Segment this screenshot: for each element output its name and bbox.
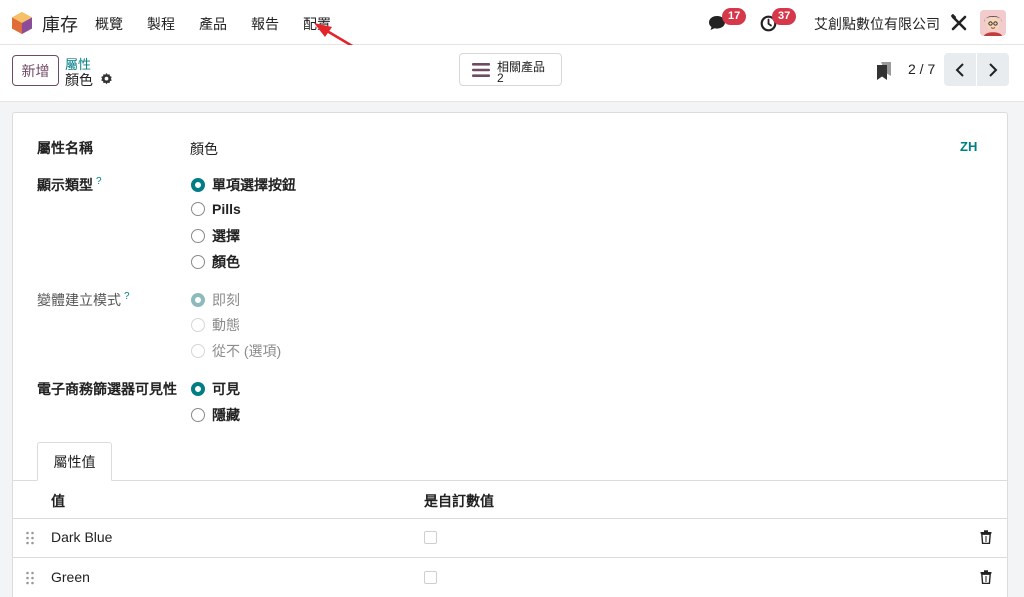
related-products-button[interactable]: 相關產品 2 bbox=[459, 53, 562, 86]
radio-label: 動態 bbox=[212, 317, 240, 333]
variant-mode-never: 從不 (選項) bbox=[191, 341, 281, 361]
language-toggle[interactable]: ZH bbox=[960, 139, 977, 154]
form-sheet: ZH 屬性名稱 顏色 顯示類型? 單項選擇按鈕 Pills 選擇 顏色 變體建立… bbox=[12, 112, 1008, 597]
help-tooltip-icon[interactable]: ? bbox=[124, 291, 130, 302]
control-panel: 新增 屬性 顏色 相關產品 2 2 / 7 bbox=[0, 45, 1024, 102]
company-switcher[interactable]: 艾創點數位有限公司 bbox=[814, 14, 940, 34]
radio-empty-icon bbox=[191, 229, 205, 243]
menu-item-products[interactable]: 產品 bbox=[199, 14, 227, 34]
menu-item-reporting[interactable]: 報告 bbox=[251, 14, 279, 34]
value-cell[interactable]: Dark Blue bbox=[51, 529, 112, 545]
list-icon bbox=[472, 63, 490, 77]
inventory-app-icon[interactable] bbox=[12, 12, 32, 34]
menu-item-configuration[interactable]: 配置 bbox=[303, 14, 331, 34]
variant-mode-label-text: 變體建立模式 bbox=[37, 292, 121, 308]
display-type-label-text: 顯示類型 bbox=[37, 177, 93, 193]
ecommerce-visibility-label: 電子商務篩選器可見性 bbox=[37, 381, 177, 397]
radio-empty-icon bbox=[191, 202, 205, 216]
radio-selected-icon bbox=[191, 293, 205, 307]
radio-empty-icon bbox=[191, 255, 205, 269]
column-header-value[interactable]: 值 bbox=[51, 491, 65, 511]
activity-count-badge: 37 bbox=[772, 8, 797, 25]
chat-count-badge: 17 bbox=[722, 8, 747, 25]
radio-selected-icon bbox=[191, 382, 205, 396]
drag-handle-icon[interactable] bbox=[25, 531, 35, 545]
pager-value[interactable]: 2 / 7 bbox=[908, 61, 935, 77]
menu-item-overview[interactable]: 概覽 bbox=[95, 14, 123, 34]
radio-empty-icon bbox=[191, 408, 205, 422]
radio-label: 隱藏 bbox=[212, 407, 240, 423]
display-type-color[interactable]: 顏色 bbox=[191, 252, 240, 272]
display-type-pills[interactable]: Pills bbox=[191, 201, 241, 217]
pager-next-button[interactable] bbox=[977, 53, 1009, 86]
radio-label: 顏色 bbox=[212, 254, 240, 270]
main-menu: 概覽 製程 產品 報告 配置 bbox=[95, 14, 355, 34]
table-row[interactable]: Green bbox=[13, 558, 1007, 597]
chevron-left-icon bbox=[955, 62, 964, 77]
breadcrumb-current: 顏色 bbox=[65, 72, 93, 88]
new-button[interactable]: 新增 bbox=[12, 55, 59, 86]
drag-handle-icon[interactable] bbox=[25, 571, 35, 585]
related-products-count: 2 bbox=[497, 71, 504, 85]
custom-value-checkbox[interactable] bbox=[424, 531, 437, 544]
radio-label: 可見 bbox=[212, 381, 240, 397]
bookmark-icon[interactable] bbox=[877, 62, 891, 80]
trash-icon[interactable] bbox=[980, 530, 992, 544]
custom-value-checkbox[interactable] bbox=[424, 571, 437, 584]
radio-label: Pills bbox=[212, 201, 241, 217]
menu-item-operations[interactable]: 製程 bbox=[147, 14, 175, 34]
radio-label: 從不 (選項) bbox=[212, 343, 282, 359]
variant-mode-instant: 即刻 bbox=[191, 290, 240, 310]
help-tooltip-icon[interactable]: ? bbox=[96, 176, 102, 187]
tab-divider bbox=[13, 480, 1007, 481]
radio-empty-icon bbox=[191, 344, 205, 358]
top-navbar: 庫存 概覽 製程 產品 報告 配置 17 37 艾創點數位有限公司 bbox=[0, 0, 1024, 45]
visibility-hidden[interactable]: 隱藏 bbox=[191, 405, 240, 425]
display-type-radio[interactable]: 單項選擇按鈕 bbox=[191, 175, 296, 195]
radio-selected-icon bbox=[191, 178, 205, 192]
radio-label: 即刻 bbox=[212, 292, 240, 308]
attribute-name-label: 屬性名稱 bbox=[37, 140, 93, 156]
app-title[interactable]: 庫存 bbox=[42, 11, 78, 37]
trash-icon[interactable] bbox=[980, 570, 992, 584]
radio-empty-icon bbox=[191, 318, 205, 332]
value-cell[interactable]: Green bbox=[51, 569, 90, 585]
visibility-visible[interactable]: 可見 bbox=[191, 379, 240, 399]
chevron-right-icon bbox=[989, 62, 998, 77]
table-row[interactable]: Dark Blue bbox=[13, 518, 1007, 558]
column-header-custom-value[interactable]: 是自訂數值 bbox=[424, 491, 494, 511]
variant-mode-dynamic: 動態 bbox=[191, 315, 240, 335]
radio-label: 單項選擇按鈕 bbox=[212, 177, 296, 193]
user-avatar[interactable] bbox=[980, 10, 1006, 36]
display-type-select[interactable]: 選擇 bbox=[191, 226, 240, 246]
radio-label: 選擇 bbox=[212, 228, 240, 244]
gear-icon[interactable] bbox=[100, 72, 113, 85]
display-type-label: 顯示類型? bbox=[37, 175, 102, 195]
pager-previous-button[interactable] bbox=[944, 53, 976, 86]
related-products-label: 相關產品 bbox=[497, 60, 546, 74]
variant-mode-label: 變體建立模式? bbox=[37, 290, 130, 310]
debug-tools-icon[interactable] bbox=[950, 14, 968, 32]
attribute-name-field[interactable]: 顏色 bbox=[190, 139, 218, 159]
tab-attribute-values[interactable]: 屬性值 bbox=[37, 442, 112, 481]
